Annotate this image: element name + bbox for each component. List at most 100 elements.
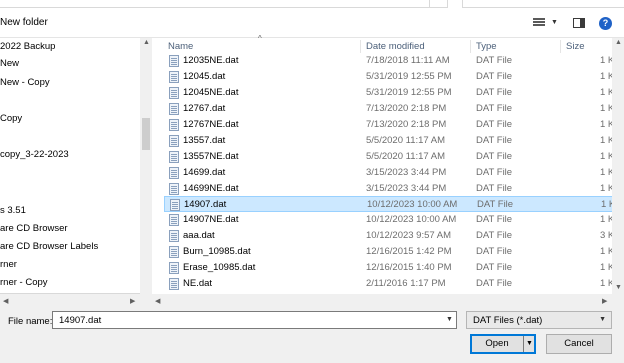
view-dropdown-icon[interactable]: ▼ bbox=[551, 19, 558, 26]
view-options-icon[interactable] bbox=[533, 18, 545, 28]
file-icon bbox=[169, 103, 179, 115]
nav-horizontal-scrollbar[interactable]: ◀ ▶ bbox=[0, 294, 140, 308]
file-row[interactable]: 13557NE.dat 5/5/2020 11:17 AM DAT File 1 K bbox=[164, 149, 624, 165]
file-list-vertical-scrollbar[interactable]: ▲ ▼ bbox=[612, 38, 624, 308]
file-type: DAT File bbox=[476, 103, 513, 114]
scroll-left-arrow-icon[interactable]: ◀ bbox=[3, 297, 8, 305]
file-row[interactable]: Burn_10985.dat 12/16/2015 1:42 PM DAT File… bbox=[164, 244, 624, 260]
file-icon bbox=[169, 214, 179, 226]
nav-scroll-thumb[interactable] bbox=[142, 118, 150, 150]
dialog-footer: File name: ▼ DAT Files (*.dat) ▼ Open ▼ … bbox=[0, 308, 624, 363]
column-header-size[interactable]: Size bbox=[566, 41, 584, 52]
column-header-name[interactable]: Name bbox=[168, 41, 193, 52]
scroll-up-arrow-icon[interactable]: ▲ bbox=[615, 39, 622, 46]
scroll-right-arrow-icon[interactable]: ▶ bbox=[130, 297, 135, 305]
file-icon bbox=[169, 135, 179, 147]
file-list-horizontal-scrollbar[interactable]: ◀ ▶ bbox=[152, 294, 612, 308]
nav-item[interactable]: s 3.51 bbox=[0, 203, 26, 219]
file-name: NE.dat bbox=[183, 278, 213, 289]
file-type: DAT File bbox=[476, 151, 513, 162]
file-date: 10/12/2023 10:00 AM bbox=[367, 199, 458, 210]
file-name: 13557.dat bbox=[183, 135, 226, 146]
file-date: 5/5/2020 11:17 AM bbox=[366, 135, 446, 146]
scroll-down-arrow-icon[interactable]: ▼ bbox=[615, 284, 622, 291]
file-icon bbox=[169, 151, 179, 163]
file-icon bbox=[169, 262, 179, 274]
nav-item[interactable]: New - Copy bbox=[0, 75, 50, 91]
file-date: 7/13/2020 2:18 PM bbox=[366, 119, 447, 130]
file-icon bbox=[170, 199, 180, 211]
file-date: 12/16/2015 1:40 PM bbox=[366, 262, 452, 273]
scroll-up-arrow-icon[interactable]: ▲ bbox=[143, 39, 150, 46]
toolbar: New folder ▼ ? bbox=[0, 9, 624, 38]
file-row[interactable]: aaa.dat 10/12/2023 9:57 AM DAT File 3 K bbox=[164, 228, 624, 244]
column-header-type[interactable]: Type bbox=[476, 41, 497, 52]
open-button[interactable]: Open ▼ bbox=[470, 334, 536, 354]
scroll-right-arrow-icon[interactable]: ▶ bbox=[602, 297, 607, 305]
file-name: 14907.dat bbox=[184, 199, 227, 210]
file-row[interactable]: 13557.dat 5/5/2020 11:17 AM DAT File 1 K bbox=[164, 133, 624, 149]
file-date: 2/11/2016 1:17 PM bbox=[366, 278, 446, 289]
preview-pane-icon[interactable] bbox=[573, 18, 585, 28]
file-type: DAT File bbox=[476, 71, 513, 82]
nav-vertical-scrollbar[interactable]: ▲ bbox=[140, 38, 152, 308]
top-bar bbox=[0, 0, 624, 9]
column-header-date[interactable]: Date modified bbox=[366, 41, 425, 52]
nav-item[interactable]: rner bbox=[0, 257, 17, 273]
file-row[interactable]: 12767NE.dat 7/13/2020 2:18 PM DAT File 1 K bbox=[164, 117, 624, 133]
open-options-arrow-icon[interactable]: ▼ bbox=[526, 335, 533, 353]
file-row[interactable]: Erase_10985.dat 12/16/2015 1:40 PM DAT Fil… bbox=[164, 260, 624, 276]
file-date: 5/31/2019 12:55 PM bbox=[366, 87, 452, 98]
new-folder-button[interactable]: New folder bbox=[0, 17, 48, 28]
file-type-value: DAT Files (*.dat) bbox=[473, 315, 543, 326]
file-name: 12045.dat bbox=[183, 71, 226, 82]
nav-item[interactable]: rner - Copy bbox=[0, 275, 48, 291]
file-row[interactable]: 14699NE.dat 3/15/2023 3:44 PM DAT File 1 K bbox=[164, 181, 624, 197]
nav-item[interactable]: are CD Browser Labels bbox=[0, 239, 98, 255]
chevron-down-icon[interactable]: ▼ bbox=[446, 316, 453, 323]
file-icon bbox=[169, 71, 179, 83]
nav-item[interactable]: copy_3-22-2023 bbox=[0, 147, 69, 163]
file-row[interactable]: 14699.dat 3/15/2023 3:44 PM DAT File 1 K bbox=[164, 165, 624, 181]
nav-item[interactable]: 2022 Backup bbox=[0, 39, 55, 55]
file-name: aaa.dat bbox=[183, 230, 215, 241]
file-type: DAT File bbox=[477, 199, 514, 210]
file-date: 5/5/2020 11:17 AM bbox=[366, 151, 446, 162]
file-name: Erase_10985.dat bbox=[183, 262, 256, 273]
column-divider[interactable] bbox=[560, 40, 561, 53]
nav-item[interactable]: New bbox=[0, 56, 19, 72]
help-icon[interactable]: ? bbox=[599, 17, 612, 30]
file-row[interactable]: 12045NE.dat 5/31/2019 12:55 PM DAT File 1 K bbox=[164, 85, 624, 101]
file-type: DAT File bbox=[476, 230, 513, 241]
file-row-selected[interactable]: 14907.dat 10/12/2023 10:00 AM DAT File 1 K bbox=[164, 196, 624, 212]
file-type-select[interactable]: DAT Files (*.dat) ▼ bbox=[466, 311, 612, 329]
file-type: DAT File bbox=[476, 278, 513, 289]
sort-up-icon: ^ bbox=[258, 34, 262, 43]
file-row[interactable]: 12035NE.dat 7/18/2018 11:11 AM DAT File 1 K bbox=[164, 53, 624, 69]
nav-item[interactable]: Copy bbox=[0, 111, 22, 127]
file-type: DAT File bbox=[476, 55, 513, 66]
file-name: Burn_10985.dat bbox=[183, 246, 251, 257]
file-name-input[interactable] bbox=[52, 311, 457, 329]
file-row[interactable]: 12767.dat 7/13/2020 2:18 PM DAT File 1 K bbox=[164, 101, 624, 117]
file-name-label: File name: bbox=[8, 316, 53, 327]
file-icon bbox=[169, 167, 179, 179]
nav-item[interactable]: are CD Browser bbox=[0, 221, 68, 237]
file-icon bbox=[169, 55, 179, 67]
column-divider[interactable] bbox=[470, 40, 471, 53]
cancel-button[interactable]: Cancel bbox=[546, 334, 612, 354]
file-type: DAT File bbox=[476, 167, 513, 178]
address-bar[interactable] bbox=[0, 0, 430, 8]
column-divider[interactable] bbox=[360, 40, 361, 53]
file-date: 3/15/2023 3:44 PM bbox=[366, 167, 447, 178]
file-date: 12/16/2015 1:42 PM bbox=[366, 246, 452, 257]
file-row[interactable]: NE.dat 2/11/2016 1:17 PM DAT File 1 K bbox=[164, 276, 624, 292]
search-box[interactable] bbox=[462, 0, 624, 8]
file-type: DAT File bbox=[476, 183, 513, 194]
file-type: DAT File bbox=[476, 214, 513, 225]
scroll-left-arrow-icon[interactable]: ◀ bbox=[155, 297, 160, 305]
file-date: 10/12/2023 9:57 AM bbox=[366, 230, 452, 241]
address-dropdown-button[interactable] bbox=[430, 0, 448, 8]
file-row[interactable]: 14907NE.dat 10/12/2023 10:00 AM DAT File 1 … bbox=[164, 212, 624, 228]
file-row[interactable]: 12045.dat 5/31/2019 12:55 PM DAT File 1 K bbox=[164, 69, 624, 85]
